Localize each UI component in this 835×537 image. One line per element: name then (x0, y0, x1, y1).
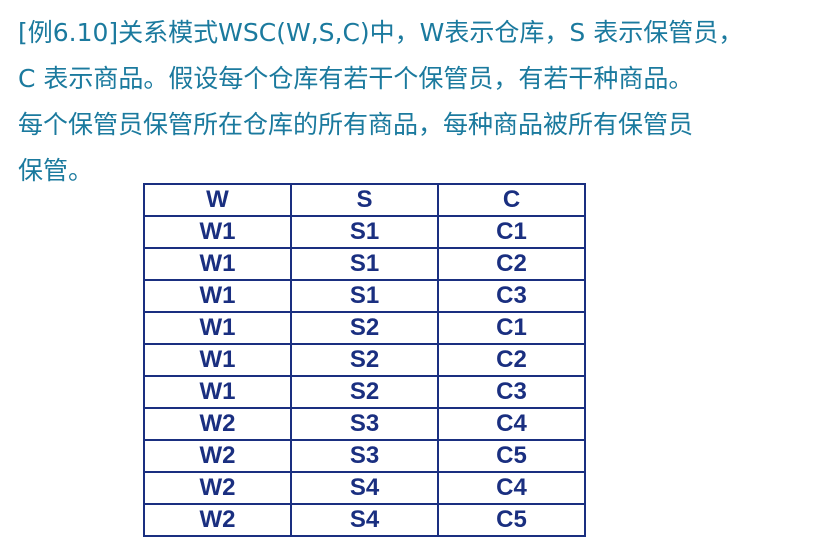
table-row: W2 S4 C5 (143, 503, 586, 537)
table-cell: W2 (143, 407, 292, 441)
example-paragraph: [例6.10]关系模式WSC(W,S,C)中，W表示仓库，S 表示保管员， C … (18, 10, 833, 194)
table-row: W1 S1 C1 (143, 215, 586, 249)
table-cell: S1 (290, 279, 439, 313)
column-header-c: C (437, 183, 586, 217)
paragraph-line-2: C 表示商品。假设每个仓库有若干个保管员，有若干种商品。 (18, 64, 694, 93)
table-cell: C5 (437, 439, 586, 473)
table-cell: C1 (437, 215, 586, 249)
table-row: W1 S1 C3 (143, 279, 586, 313)
table-cell: S1 (290, 215, 439, 249)
table-cell: S2 (290, 375, 439, 409)
table-cell: C4 (437, 407, 586, 441)
table-cell: W2 (143, 471, 292, 505)
table-cell: S4 (290, 503, 439, 537)
paragraph-line-1: [例6.10]关系模式WSC(W,S,C)中，W表示仓库，S 表示保管员， (18, 18, 744, 47)
table-cell: C5 (437, 503, 586, 537)
table-cell: S2 (290, 343, 439, 377)
wsc-relation-table: W S C W1 S1 C1 W1 S1 C2 W1 S1 C3 W1 S2 C… (143, 183, 586, 537)
table-row: W1 S2 C2 (143, 343, 586, 377)
column-header-s: S (290, 183, 439, 217)
table-row: W1 S2 C3 (143, 375, 586, 409)
table-row: W2 S3 C4 (143, 407, 586, 441)
table-cell: C2 (437, 343, 586, 377)
table-cell: S3 (290, 407, 439, 441)
table-cell: W1 (143, 375, 292, 409)
table-header-row: W S C (143, 183, 586, 217)
table-cell: W1 (143, 311, 292, 345)
table-cell: W1 (143, 215, 292, 249)
table-cell: W1 (143, 343, 292, 377)
table-cell: C3 (437, 375, 586, 409)
table-row: W2 S4 C4 (143, 471, 586, 505)
table-cell: C2 (437, 247, 586, 281)
table-cell: S3 (290, 439, 439, 473)
table-cell: C1 (437, 311, 586, 345)
table-cell: W2 (143, 439, 292, 473)
table-cell: W2 (143, 503, 292, 537)
table-cell: S1 (290, 247, 439, 281)
paragraph-line-3: 每个保管员保管所在仓库的所有商品，每种商品被所有保管员 (18, 110, 694, 139)
table-cell: C4 (437, 471, 586, 505)
table-cell: W1 (143, 279, 292, 313)
table-cell: C3 (437, 279, 586, 313)
table-cell: S2 (290, 311, 439, 345)
column-header-w: W (143, 183, 292, 217)
table-row: W1 S1 C2 (143, 247, 586, 281)
table-row: W1 S2 C1 (143, 311, 586, 345)
table-row: W2 S3 C5 (143, 439, 586, 473)
table-cell: W1 (143, 247, 292, 281)
table-cell: S4 (290, 471, 439, 505)
